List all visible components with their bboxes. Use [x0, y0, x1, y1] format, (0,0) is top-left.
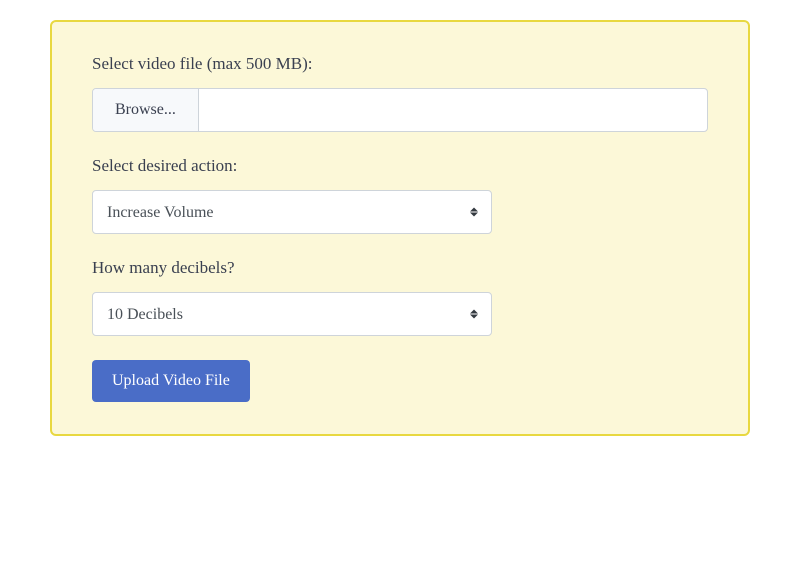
decibels-select[interactable]: 10 Decibels: [92, 292, 492, 336]
video-upload-form: Select video file (max 500 MB): Browse..…: [50, 20, 750, 436]
file-group: Select video file (max 500 MB): Browse..…: [92, 54, 708, 132]
upload-button[interactable]: Upload Video File: [92, 360, 250, 402]
decibels-label: How many decibels?: [92, 258, 708, 278]
action-select[interactable]: Increase Volume: [92, 190, 492, 234]
decibels-group: How many decibels? 10 Decibels: [92, 258, 708, 336]
file-input[interactable]: Browse...: [92, 88, 708, 132]
action-select-wrapper: Increase Volume: [92, 190, 492, 234]
browse-button[interactable]: Browse...: [93, 89, 199, 131]
action-group: Select desired action: Increase Volume: [92, 156, 708, 234]
action-label: Select desired action:: [92, 156, 708, 176]
file-name-display: [199, 89, 707, 131]
file-label: Select video file (max 500 MB):: [92, 54, 708, 74]
decibels-select-wrapper: 10 Decibels: [92, 292, 492, 336]
